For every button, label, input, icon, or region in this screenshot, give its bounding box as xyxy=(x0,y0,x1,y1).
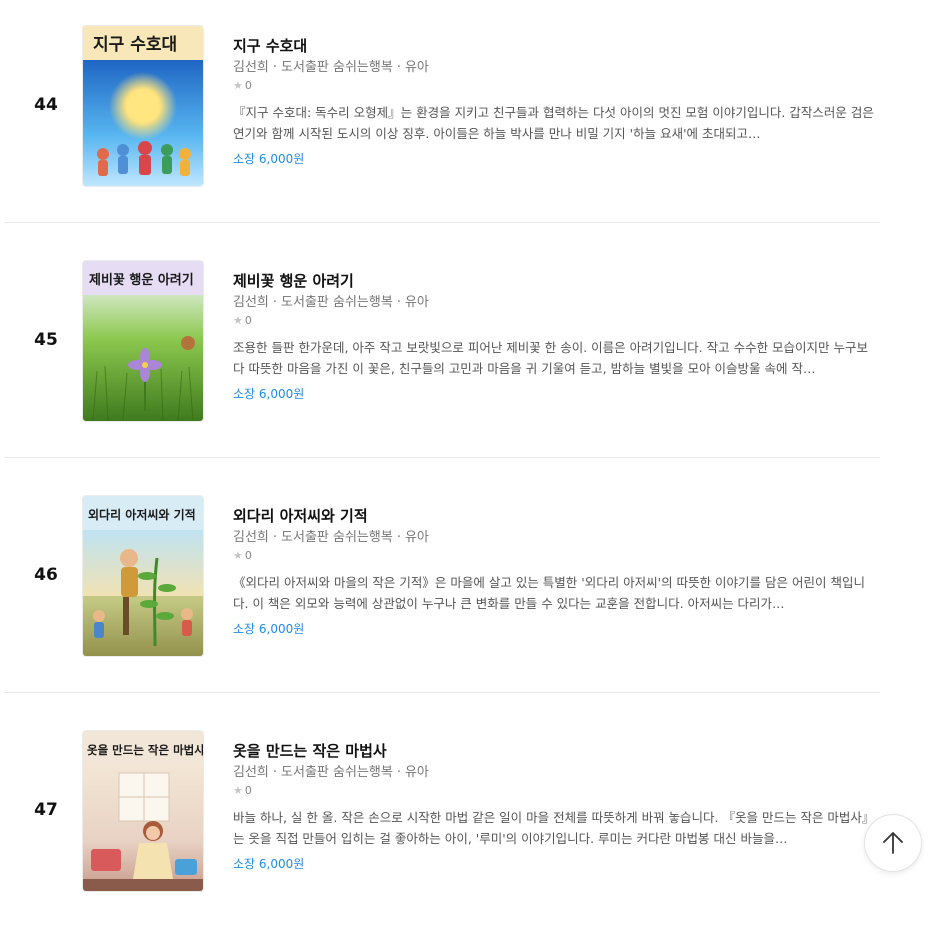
rating: ★ 0 xyxy=(233,79,880,93)
author-link[interactable]: 김선희 xyxy=(233,765,269,780)
book-description: 조용한 들판 한가운데, 아주 작고 보랏빛으로 피어난 제비꽃 한 송이. 이… xyxy=(233,340,869,376)
author-link[interactable]: 김선희 xyxy=(233,530,269,545)
book-meta: 김선희 · 도서출판 숨쉬는행복 · 유아 xyxy=(233,60,429,75)
rating-count: 0 xyxy=(244,79,252,92)
cover-title: 외다리 아저씨와 기적 xyxy=(88,507,196,522)
arrow-up-icon xyxy=(883,832,903,854)
price-label: 소장 6,000원 xyxy=(233,387,305,401)
book-description: 바늘 하나, 실 한 올. 작은 손으로 시작한 마법 같은 일이 마을 전체를… xyxy=(233,810,875,846)
author-link[interactable]: 김선희 xyxy=(233,60,269,75)
category-label[interactable]: 유아 xyxy=(405,60,429,75)
book-info: 외다리 아저씨와 기적 김선희 · 도서출판 숨쉬는행복 · 유아 ★ 0 《외다리 아저… xyxy=(233,506,880,637)
list-item[interactable]: 45 제비꽃 행운 아려기 제비꽃 행운 아려기 김선희 · 도서출판 숨쉬는행… xyxy=(4,223,880,458)
author-link[interactable]: 김선희 xyxy=(233,295,269,310)
rating: ★ 0 xyxy=(233,549,880,563)
book-description: 《외다리 아저씨와 마을의 작은 기적》은 마을에 살고 있는 특별한 '외다리… xyxy=(233,575,865,611)
publisher-link[interactable]: 도서출판 숨쉬는행복 xyxy=(281,530,393,545)
star-icon: ★ xyxy=(233,784,243,797)
book-cover[interactable]: 옷을 만드는 작은 마법사 xyxy=(83,731,203,891)
book-title[interactable]: 외다리 아저씨와 기적 xyxy=(233,506,880,526)
publisher-link[interactable]: 도서출판 숨쉬는행복 xyxy=(281,765,393,780)
category-label[interactable]: 유아 xyxy=(405,530,429,545)
book-title[interactable]: 제비꽃 행운 아려기 xyxy=(233,271,880,291)
rating-count: 0 xyxy=(244,549,252,562)
book-cover[interactable]: 외다리 아저씨와 기적 xyxy=(83,496,203,656)
list-item[interactable]: 44 지구 수호대 지구 수호대 김선희 · 도서출판 숨쉬는행복 · 유아 ★… xyxy=(4,0,880,223)
book-meta: 김선희 · 도서출판 숨쉬는행복 · 유아 xyxy=(233,295,429,310)
book-meta: 김선희 · 도서출판 숨쉬는행복 · 유아 xyxy=(233,765,429,780)
star-icon: ★ xyxy=(233,549,243,562)
price-label: 소장 6,000원 xyxy=(233,857,305,871)
publisher-link[interactable]: 도서출판 숨쉬는행복 xyxy=(281,295,393,310)
scroll-top-button[interactable] xyxy=(864,814,922,872)
star-icon: ★ xyxy=(233,314,243,327)
cover-title: 옷을 만드는 작은 마법사 xyxy=(87,743,203,757)
cover-title: 지구 수호대 xyxy=(93,35,177,55)
rank-number: 44 xyxy=(34,95,58,115)
book-cover[interactable]: 제비꽃 행운 아려기 xyxy=(83,261,203,421)
publisher-link[interactable]: 도서출판 숨쉬는행복 xyxy=(281,60,393,75)
rank-number: 46 xyxy=(34,565,58,585)
rating: ★ 0 xyxy=(233,784,880,798)
category-label[interactable]: 유아 xyxy=(405,295,429,310)
list-item[interactable]: 46 외다리 아저씨와 기적 외다리 아저씨와 기적 김선희 · 도서출판 숨쉬… xyxy=(4,458,880,693)
book-description: 『지구 수호대: 독수리 오형제』는 환경을 지키고 친구들과 협력하는 다섯 … xyxy=(233,105,874,141)
book-meta: 김선희 · 도서출판 숨쉬는행복 · 유아 xyxy=(233,530,429,545)
rating: ★ 0 xyxy=(233,314,880,328)
rating-count: 0 xyxy=(244,784,252,797)
book-info: 제비꽃 행운 아려기 김선희 · 도서출판 숨쉬는행복 · 유아 ★ 0 조용한 들판 한… xyxy=(233,271,880,402)
rank-number: 47 xyxy=(34,800,58,820)
book-title[interactable]: 지구 수호대 xyxy=(233,36,880,56)
rating-count: 0 xyxy=(244,314,252,327)
book-cover[interactable]: 지구 수호대 xyxy=(83,26,203,186)
rank-number: 45 xyxy=(34,330,58,350)
list-item[interactable]: 47 옷을 만드는 작은 마법사 옷을 만드는 작은 마법사 김선희 · 도서출… xyxy=(4,693,880,927)
book-info: 지구 수호대 김선희 · 도서출판 숨쉬는행복 · 유아 ★ 0 『지구 수호대: 독수리… xyxy=(233,36,880,167)
book-title[interactable]: 옷을 만드는 작은 마법사 xyxy=(233,741,880,761)
book-info: 옷을 만드는 작은 마법사 김선희 · 도서출판 숨쉬는행복 · 유아 ★ 0 바늘 하나… xyxy=(233,741,880,872)
price-label: 소장 6,000원 xyxy=(233,152,305,166)
price-label: 소장 6,000원 xyxy=(233,622,305,636)
category-label[interactable]: 유아 xyxy=(405,765,429,780)
book-list: 44 지구 수호대 지구 수호대 김선희 · 도서출판 숨쉬는행복 · 유아 ★… xyxy=(0,0,880,927)
star-icon: ★ xyxy=(233,79,243,92)
cover-title: 제비꽃 행운 아려기 xyxy=(89,272,194,288)
